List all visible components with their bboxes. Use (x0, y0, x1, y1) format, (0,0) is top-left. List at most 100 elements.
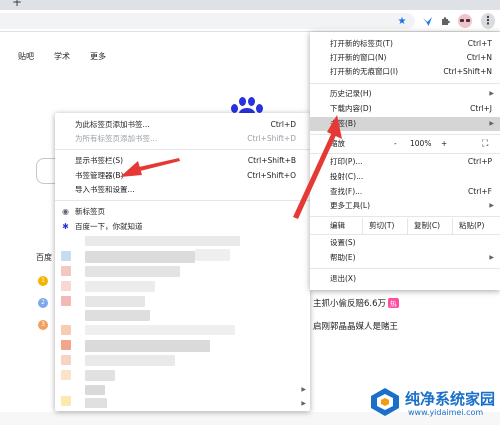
bookmark-all-tabs-item: 为所有标签页添加书签... Ctrl+Shift+D (55, 132, 310, 145)
hot-search-text: 主抓小偷反赔6.6万 (313, 299, 387, 309)
watermark-title: 纯净系统家园 (405, 390, 496, 408)
menu-item-label: 打开新的窗口(N) (330, 53, 387, 62)
shortcut-label: Ctrl+D (270, 120, 296, 129)
hot-search-text: 启刚郭晶晶媒人是赌王 (313, 322, 399, 332)
watermark-logo-icon (371, 388, 399, 416)
menu-history[interactable]: 历史记录(H) ▶ (310, 87, 500, 101)
hot-badge: 热 (388, 298, 399, 308)
hot-search-item[interactable]: 启刚郭晶晶媒人是赌王 (313, 320, 398, 332)
globe-icon: ◉ (62, 207, 69, 216)
menu-item-label: 为此标签页添加书签... (75, 120, 150, 129)
avatar[interactable] (458, 14, 472, 28)
shortcut-label: Ctrl+J (470, 104, 492, 113)
bookmarks-submenu: 为此标签页添加书签... Ctrl+D 为所有标签页添加书签... Ctrl+S… (55, 113, 310, 411)
bookmark-new-tab[interactable]: ◉ 新标签页 (55, 205, 310, 218)
shortcut-label: Ctrl+P (467, 157, 492, 166)
zoom-in-button[interactable]: + (441, 136, 447, 152)
menu-divider (310, 234, 500, 235)
menu-divider (310, 268, 500, 269)
menu-item-label: 打印(P)... (330, 157, 363, 166)
menu-exit[interactable]: 退出(X) (310, 272, 500, 286)
submenu-arrow-icon: ▶ (489, 202, 494, 209)
menu-item-label: 退出(X) (330, 274, 356, 283)
show-bookmarks-bar-item[interactable]: 显示书签栏(S) Ctrl+Shift+B (55, 154, 310, 167)
menu-new-tab[interactable]: 打开新的标签页(T) Ctrl+T (310, 37, 500, 51)
chrome-main-menu: 打开新的标签页(T) Ctrl+T 打开新的窗口(N) Ctrl+N 打开新的无… (310, 32, 500, 290)
import-bookmarks-item[interactable]: 导入书签和设置... (55, 183, 310, 196)
menu-item-label: 打开新的标签页(T) (330, 39, 393, 48)
kebab-menu-icon[interactable]: ⋮ (481, 13, 495, 29)
zoom-level: 100% (410, 139, 432, 148)
hot-search-item[interactable]: 主抓小偷反赔6.6万热 (313, 297, 399, 309)
shortcut-label: Ctrl+Shift+B (247, 156, 296, 165)
menu-item-label: 显示书签栏(S) (75, 156, 124, 165)
puzzle-icon[interactable] (440, 15, 452, 27)
rank-badge: 1 (38, 276, 48, 286)
extension-bird-icon[interactable] (421, 15, 433, 27)
shortcut-label: Ctrl+T (467, 39, 492, 48)
nav-link-xueshu[interactable]: 学术 (54, 51, 70, 62)
menu-item-label: 帮助(E) (330, 253, 356, 262)
tab-strip: + (0, 0, 500, 10)
menu-item-label: 更多工具(L) (330, 201, 371, 210)
bookmark-label: 百度一下，你就知道 (75, 222, 143, 231)
shortcut-label: Ctrl+Shift+N (443, 67, 492, 76)
menu-print[interactable]: 打印(P)... Ctrl+P (310, 155, 500, 169)
menu-item-label: 投射(C)... (330, 172, 364, 181)
bookmark-baidu[interactable]: ✱ 百度一下，你就知道 (55, 220, 310, 233)
menu-cast[interactable]: 投射(C)... (310, 170, 500, 184)
bookmark-label: 新标签页 (75, 207, 105, 216)
menu-item-label: 为所有标签页添加书签... (75, 134, 158, 143)
menu-divider (55, 200, 310, 201)
menu-settings[interactable]: 设置(S) (310, 236, 500, 250)
menu-help[interactable]: 帮助(E) ▶ (310, 251, 500, 265)
menu-new-window[interactable]: 打开新的窗口(N) Ctrl+N (310, 51, 500, 65)
shortcut-label: Ctrl+F (468, 187, 492, 196)
nav-link-more[interactable]: 更多 (90, 51, 106, 62)
menu-item-label: 书签(B) (330, 119, 356, 128)
edit-label: 编辑 (330, 221, 345, 230)
rank-badge: 2 (38, 298, 48, 308)
menu-bookmarks[interactable]: 书签(B) ▶ (310, 117, 500, 131)
menu-new-incognito-window[interactable]: 打开新的无痕窗口(I) Ctrl+Shift+N (310, 65, 500, 79)
rank-badge: 3 (38, 320, 48, 330)
address-bar[interactable] (0, 13, 415, 29)
watermark-url: www.yidaimei.com (408, 408, 484, 417)
submenu-arrow-icon: ▶ (301, 400, 306, 407)
new-tab-button[interactable]: + (12, 0, 22, 9)
submenu-arrow-icon: ▶ (301, 386, 306, 393)
baidu-paw-icon: ✱ (62, 222, 69, 231)
fullscreen-icon[interactable]: ⛶ (482, 136, 488, 152)
zoom-row: 缩放 - 100% + ⛶ (310, 136, 500, 152)
menu-more-tools[interactable]: 更多工具(L) ▶ (310, 199, 500, 213)
menu-item-label: 下载内容(D) (330, 104, 372, 113)
menu-divider (310, 83, 500, 84)
zoom-out-button[interactable]: - (394, 136, 397, 152)
menu-item-label: 设置(S) (330, 238, 356, 247)
menu-divider (55, 149, 310, 150)
menu-item-label: 导入书签和设置... (75, 185, 135, 194)
menu-find[interactable]: 查找(F)... Ctrl+F (310, 185, 500, 199)
paste-button[interactable]: 粘贴(P) (452, 218, 484, 234)
edit-row: 编辑 剪切(T) 复制(C) 粘贴(P) (310, 218, 500, 234)
shortcut-label: Ctrl+Shift+D (247, 134, 296, 143)
menu-divider (310, 216, 500, 217)
star-icon[interactable]: ★ (396, 15, 408, 27)
submenu-arrow-icon: ▶ (489, 254, 494, 261)
menu-divider (310, 153, 500, 154)
copy-button[interactable]: 复制(C) (407, 218, 440, 234)
menu-item-label: 打开新的无痕窗口(I) (330, 67, 399, 76)
bookmark-manager-item[interactable]: 书签管理器(B) Ctrl+Shift+O (55, 169, 310, 182)
bookmark-this-tab-item[interactable]: 为此标签页添加书签... Ctrl+D (55, 118, 310, 131)
site-watermark: 纯净系统家园 www.yidaimei.com (368, 383, 500, 425)
baidu-label: 百度 (36, 253, 52, 262)
menu-item-label: 查找(F)... (330, 187, 363, 196)
nav-link-tieba[interactable]: 贴吧 (18, 51, 34, 62)
menu-downloads[interactable]: 下载内容(D) Ctrl+J (310, 102, 500, 116)
submenu-arrow-icon: ▶ (489, 120, 494, 127)
browser-window: + ★ ⋮ 贴吧 学术 更多 百度 1 2 3 主抓小偷反赔6.6万热 启刚郭晶… (0, 0, 500, 425)
menu-divider (310, 134, 500, 135)
shortcut-label: Ctrl+Shift+O (247, 171, 296, 180)
menu-item-label: 历史记录(H) (330, 89, 372, 98)
cut-button[interactable]: 剪切(T) (362, 218, 394, 234)
